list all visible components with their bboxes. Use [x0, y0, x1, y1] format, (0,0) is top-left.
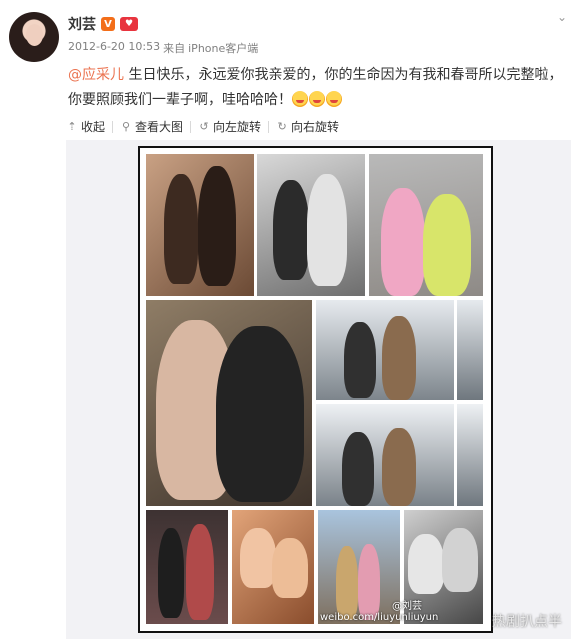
rotate-left-label: 向左旋转: [213, 120, 262, 134]
verified-badge-icon[interactable]: V: [101, 17, 115, 31]
view-large-label: 查看大图: [135, 120, 184, 134]
photo-bw-embrace: [257, 154, 365, 296]
mention-link[interactable]: @应采儿: [68, 67, 124, 83]
post-image-area[interactable]: [66, 140, 571, 639]
photo-pink-green: [369, 154, 483, 296]
photo-sepia-hug: [146, 154, 254, 296]
post-text: @应采儿 生日快乐，永远爱你我亲爱的，你的生命因为有我和春哥所以完整啦，你要照顾…: [68, 63, 568, 113]
rotate-left-button[interactable]: ↺ 向左旋转: [198, 118, 261, 135]
cake-emoji-icon: [292, 91, 308, 107]
collapse-label: 收起: [81, 120, 106, 134]
rotate-right-icon: ↻: [277, 120, 287, 133]
photo-snow-1: [316, 300, 454, 400]
photo-snow-2: [457, 300, 483, 400]
arrow-up-icon: ⇡: [67, 120, 77, 133]
weibo-url-watermark: weibo.com/liuyunliuyun: [320, 612, 439, 623]
divider: [112, 120, 114, 133]
post-from-label: 来自: [163, 42, 186, 55]
photo-collage[interactable]: [138, 146, 493, 633]
collapse-button[interactable]: ⇡ 收起: [66, 118, 105, 135]
photo-large-hug: [146, 300, 312, 506]
post-meta: 2012-6-20 10:53 来自 iPhone客户端: [68, 40, 258, 56]
image-toolbar: ⇡ 收起 ⚲ 查看大图 ↺ 向左旋转 ↻ 向右旋转: [66, 118, 339, 135]
photo-snow-3: [316, 404, 454, 506]
rotate-left-icon: ↺: [199, 120, 209, 133]
post-source[interactable]: iPhone客户端: [188, 40, 258, 56]
chevron-down-icon[interactable]: ⌄: [555, 10, 569, 24]
site-watermark: 热剧扒点半: [492, 614, 562, 630]
photo-night-pair: [146, 510, 228, 624]
post-timestamp[interactable]: 2012-6-20 10:53: [68, 40, 160, 56]
divider: [190, 120, 192, 133]
view-large-button[interactable]: ⚲ 查看大图: [120, 118, 183, 135]
divider: [268, 120, 270, 133]
photo-snow-4: [457, 404, 483, 506]
avatar[interactable]: [9, 12, 59, 62]
cake-emoji-icon: [309, 91, 325, 107]
rotate-right-button[interactable]: ↻ 向右旋转: [276, 118, 339, 135]
username[interactable]: 刘芸: [68, 14, 96, 34]
avatar-face: [26, 24, 43, 46]
photo-street: [318, 510, 400, 624]
photo-closeup-warm: [232, 510, 314, 624]
member-badge-icon[interactable]: ♥: [120, 17, 138, 31]
weibo-user-watermark: @刘芸: [392, 601, 422, 612]
cake-emoji-icon: [326, 91, 342, 107]
rotate-right-label: 向右旋转: [291, 120, 340, 134]
user-row: 刘芸 V ♥: [68, 14, 138, 34]
search-icon: ⚲: [121, 120, 131, 133]
